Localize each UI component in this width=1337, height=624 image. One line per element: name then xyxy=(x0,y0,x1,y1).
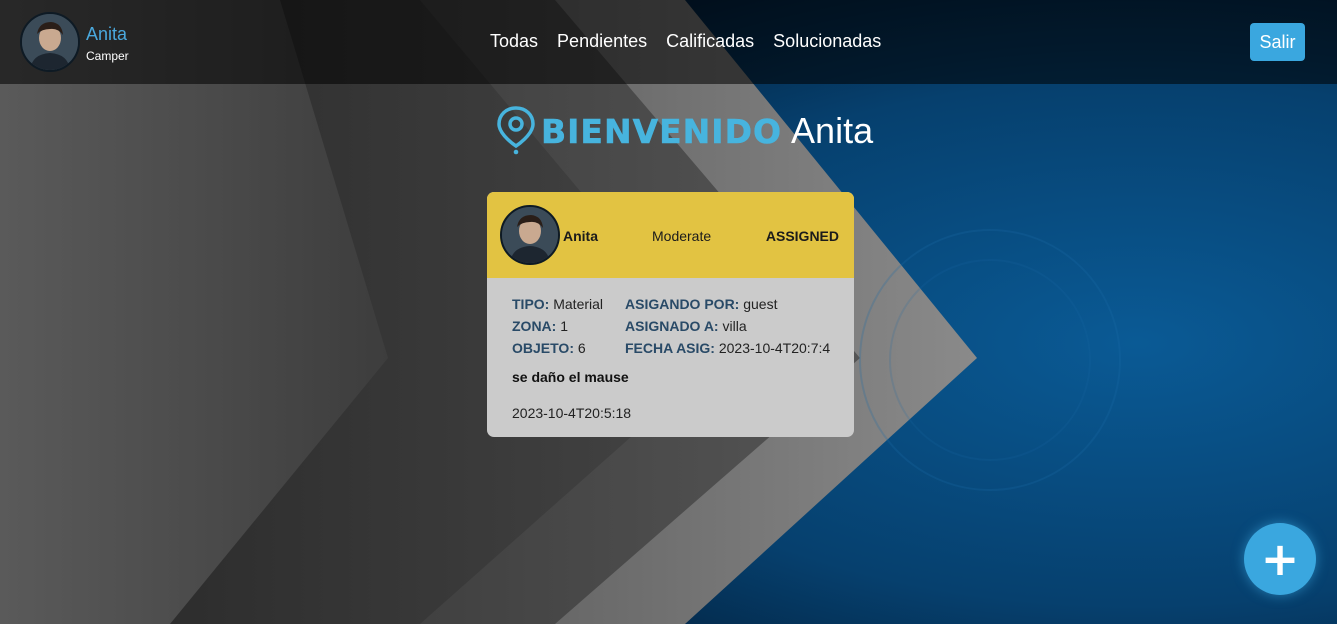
field-label: OBJETO: xyxy=(512,340,574,356)
logout-button[interactable]: Salir xyxy=(1250,23,1305,61)
field-label: ASIGANDO POR: xyxy=(625,296,740,312)
welcome-banner: BIENVENIDO Anita xyxy=(497,106,873,156)
ticket-description: se daño el mause xyxy=(512,369,629,385)
main-nav: Todas Pendientes Calificadas Solucionada… xyxy=(490,31,881,52)
field-zona: ZONA: 1 xyxy=(512,318,625,334)
logo-wordmark: BIENVENIDO xyxy=(541,111,783,151)
field-label: TIPO: xyxy=(512,296,550,312)
field-label: FECHA ASIG: xyxy=(625,340,715,356)
nav-pendientes[interactable]: Pendientes xyxy=(557,31,647,52)
location-pin-logo-icon xyxy=(497,106,535,155)
welcome-user-name: Anita xyxy=(791,110,874,151)
top-navbar: Anita Camper Todas Pendientes Calificada… xyxy=(0,0,1337,84)
field-label: ZONA: xyxy=(512,318,557,334)
ticket-card-body: TIPO: Material ASIGANDO POR: guest ZONA:… xyxy=(512,296,844,421)
person-avatar-icon xyxy=(502,207,558,263)
ticket-fields: TIPO: Material ASIGANDO POR: guest ZONA:… xyxy=(512,296,844,356)
field-value: 2023-10-4T20:7:4 xyxy=(718,340,831,356)
field-value: Material xyxy=(553,296,604,312)
ticket-user-name: Anita xyxy=(563,228,598,244)
nav-calificadas[interactable]: Calificadas xyxy=(666,31,754,52)
user-role: Camper xyxy=(86,49,129,63)
field-tipo: TIPO: Material xyxy=(512,296,625,312)
nav-todas[interactable]: Todas xyxy=(490,31,538,52)
ticket-avatar xyxy=(500,205,560,265)
field-value: guest xyxy=(743,296,778,312)
field-value: 6 xyxy=(577,340,586,356)
user-avatar[interactable] xyxy=(20,12,80,72)
plus-icon: + xyxy=(1260,532,1300,586)
nav-solucionadas[interactable]: Solucionadas xyxy=(773,31,881,52)
field-fecha-asig: FECHA ASIG: 2023-10-4T20:7:4 xyxy=(625,340,844,356)
user-name: Anita xyxy=(86,24,128,44)
person-avatar-icon xyxy=(22,14,78,70)
field-objeto: OBJETO: 6 xyxy=(512,340,625,356)
field-asignado-a: ASIGNADO A: villa xyxy=(625,318,844,334)
field-value: villa xyxy=(722,318,747,334)
field-label: ASIGNADO A: xyxy=(625,318,719,334)
field-asignando-por: ASIGANDO POR: guest xyxy=(625,296,844,312)
ticket-created-date: 2023-10-4T20:5:18 xyxy=(512,405,632,421)
ticket-card[interactable]: Anita Moderate ASSIGNED TIPO: Material A… xyxy=(487,192,854,437)
ticket-status-badge: ASSIGNED xyxy=(765,228,839,244)
field-value: 1 xyxy=(560,318,569,334)
add-ticket-button[interactable]: + xyxy=(1244,523,1316,595)
ticket-priority: Moderate xyxy=(652,228,712,244)
ticket-card-header: Anita Moderate ASSIGNED xyxy=(487,192,854,278)
